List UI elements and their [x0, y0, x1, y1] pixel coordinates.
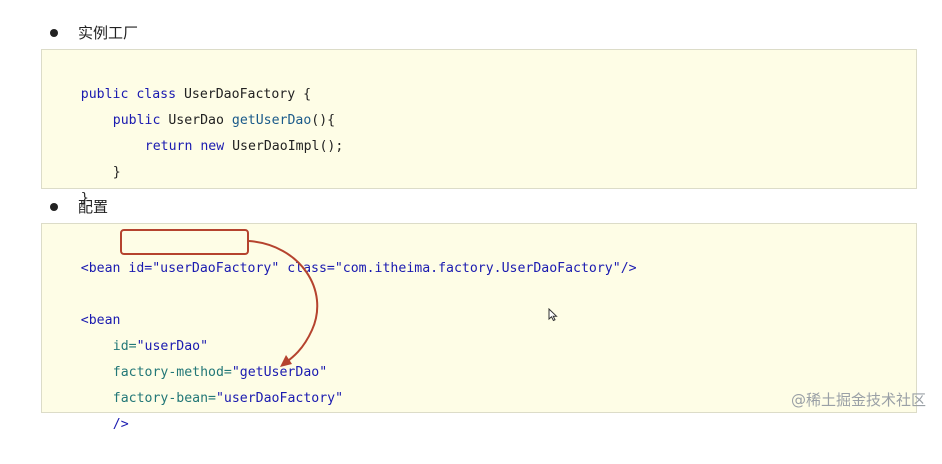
code-line: public class UserDaoFactory {: [49, 56, 311, 102]
code-line: return new UserDaoImpl();: [113, 108, 344, 154]
code-line: }: [49, 160, 89, 206]
highlight-box: [120, 229, 249, 255]
code-line: public UserDao getUserDao(){: [81, 82, 335, 128]
xml-tag: <bean id=: [80, 261, 153, 276]
bullet-dot-icon: [50, 29, 58, 37]
code-line: id="userDao": [81, 308, 208, 354]
mouse-cursor-icon: [548, 308, 558, 322]
code-line: }: [81, 134, 121, 180]
code-line: factory-method="getUserDao": [81, 334, 327, 380]
xml-attr: class=: [279, 261, 335, 276]
attr-value: "userDaoFactory": [215, 391, 344, 406]
code-block-factory-class: public class UserDaoFactory { public Use…: [41, 49, 917, 206]
xml-tag-close: />: [620, 261, 637, 276]
section-heading-config: 配置: [78, 198, 109, 216]
code-line: <bean: [49, 282, 121, 328]
xml-tag-close: />: [112, 417, 129, 432]
bean-id-value: "userDaoFactory": [152, 261, 280, 276]
keyword: return new: [144, 139, 225, 154]
watermark: @稀土掘金技术社区: [790, 391, 926, 409]
code-line: factory-bean="userDaoFactory": [81, 360, 343, 406]
bullet-dot-icon: [50, 203, 58, 211]
code-text: UserDaoImpl();: [224, 139, 344, 154]
code-text: }: [112, 165, 121, 180]
code-line: />: [81, 386, 129, 432]
section-heading-instance-factory: 实例工厂: [78, 24, 139, 42]
class-value: "com.itheima.factory.UserDaoFactory": [334, 261, 621, 276]
